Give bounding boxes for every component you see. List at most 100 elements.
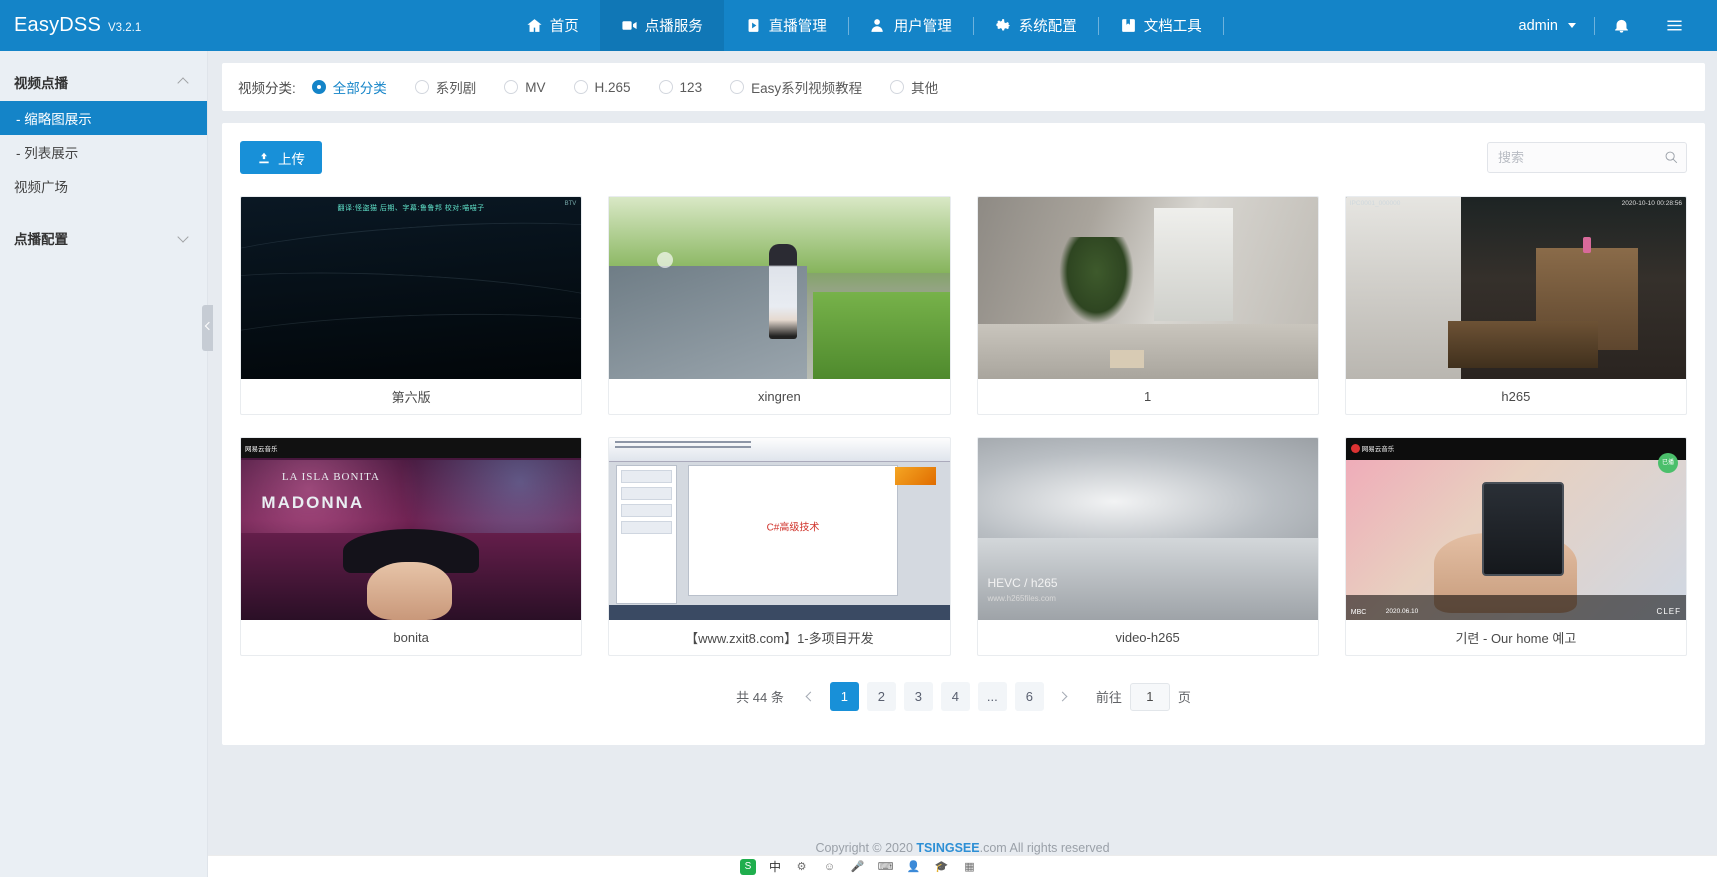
video-card[interactable]: 1 <box>976 196 1319 415</box>
bell-icon <box>1615 19 1628 33</box>
radio-easy-tutorials[interactable]: Easy系列视频教程 <box>730 77 862 97</box>
video-card[interactable]: IPC0001_000000 2020-10-10 00:28:56 h265 <box>1344 196 1687 415</box>
thumb-overlay-subtitle: 翻译:怪盗猫 后期、字幕:鲁鲁邦 校对:喵喵子 <box>337 205 485 212</box>
decorative-floor <box>977 324 1318 379</box>
thumb-overlay-header-bar: 网易云音乐 <box>241 438 582 459</box>
radio-h265[interactable]: H.265 <box>573 80 631 95</box>
nav-item-settings[interactable]: 系统配置 <box>974 0 1098 51</box>
upload-button[interactable]: 上传 <box>240 141 322 174</box>
search-icon[interactable] <box>1664 150 1678 164</box>
video-thumbnail[interactable] <box>609 197 950 379</box>
radio-label-easy: Easy系列视频教程 <box>751 81 863 96</box>
decorative-box <box>1110 349 1145 369</box>
mic-icon[interactable]: 🎤 <box>850 859 865 874</box>
thumb-overlay-footer: MBC 2020.06.10 CLEF <box>1345 594 1686 620</box>
video-title: xingren <box>758 389 801 404</box>
pagination-page-6[interactable]: 6 <box>1014 682 1044 711</box>
radio-all-categories[interactable]: 全部分类 <box>311 77 387 97</box>
radio-mv[interactable]: MV <box>504 79 546 95</box>
sidebar-group-vod-config[interactable]: 点播配置 <box>0 219 207 257</box>
pagination-ellipsis[interactable]: ... <box>977 682 1007 711</box>
nav-item-home[interactable]: 首页 <box>505 0 600 51</box>
decorative-slide: C#高级技术 <box>687 465 899 597</box>
decorative-device <box>1481 481 1564 577</box>
video-thumbnail[interactable]: HEVC / h265 www.h265files.com <box>977 438 1318 620</box>
category-filter-label: 视频分类: <box>238 81 296 96</box>
radio-label-mv: MV <box>525 79 546 95</box>
video-thumbnail[interactable]: IPC0001_000000 2020-10-10 00:28:56 <box>1345 197 1686 379</box>
user-menu[interactable]: admin <box>1501 0 1595 51</box>
brand-version: V3.2.1 <box>108 22 142 34</box>
nav-item-docs[interactable]: 文档工具 <box>1099 0 1223 51</box>
nav-label-live: 直播管理 <box>768 19 827 35</box>
sidebar-collapse-handle[interactable] <box>202 305 213 351</box>
apps-icon[interactable]: ▦ <box>962 859 977 874</box>
sidebar-group-vod[interactable]: 视频点播 <box>0 63 207 101</box>
pagination-page-3[interactable]: 3 <box>903 682 933 711</box>
chevron-up-icon <box>178 77 189 88</box>
radio-dot-icon <box>311 80 326 94</box>
pagination-jump-input[interactable] <box>1129 682 1170 711</box>
footer-copyright: Copyright © 2020 TSINGSEE.com All rights… <box>208 841 1717 855</box>
pagination-prev-button[interactable] <box>800 682 822 711</box>
nav-item-vod[interactable]: 点播服务 <box>599 0 724 51</box>
sogou-logo-icon[interactable]: S <box>739 858 756 875</box>
sidebar-item-thumbnail-view[interactable]: - 缩略图展示 <box>0 101 207 135</box>
nav-label-settings: 系统配置 <box>1018 19 1077 35</box>
pagination-page-2[interactable]: 2 <box>866 682 896 711</box>
music-app-icon <box>1350 444 1360 453</box>
radio-dot-icon <box>573 80 588 94</box>
ime-mode-toggle[interactable]: 中 <box>769 858 781 875</box>
decorative-logo <box>895 467 936 486</box>
category-filter-bar: 视频分类: 全部分类 系列剧 MV H.265 123 Easy系列视频教程 其… <box>222 63 1705 111</box>
nav-item-users[interactable]: 用户管理 <box>849 0 973 51</box>
thumb-overlay-header-bar: 网易云音乐 <box>1345 438 1686 460</box>
pagination-page-1[interactable]: 1 <box>829 682 859 711</box>
video-list-panel: 上传 翻译:怪盗猫 后期、字幕:鲁鲁邦 校对:喵喵子 BTV 第六版 <box>222 123 1705 745</box>
nav-label-users: 用户管理 <box>893 19 952 35</box>
brand-logo[interactable]: EasyDSS V3.2.1 <box>0 14 228 37</box>
radio-123[interactable]: 123 <box>658 80 702 95</box>
radio-other[interactable]: 其他 <box>890 77 938 97</box>
notifications-button[interactable] <box>1595 0 1648 51</box>
search-input[interactable] <box>1487 142 1687 173</box>
radio-series[interactable]: 系列剧 <box>414 77 476 97</box>
ime-toolbar: S 中 ⚙ ☺ 🎤 ⌨ 👤 🎓 ▦ <box>0 855 1717 877</box>
user-icon[interactable]: 👤 <box>906 859 921 874</box>
pagination-next-button[interactable] <box>1052 682 1074 711</box>
emoji-icon[interactable]: ☺ <box>822 859 837 874</box>
decorative-blur <box>656 251 673 268</box>
footer-text-before: Copyright © 2020 <box>815 841 917 855</box>
nav-right-cluster: admin <box>1501 0 1717 51</box>
decorative-slide-list <box>616 465 678 604</box>
video-grid: 翻译:怪盗猫 后期、字幕:鲁鲁邦 校对:喵喵子 BTV 第六版 xingren … <box>240 196 1687 656</box>
main-nav: 首页 点播服务 直播管理 用户管理 系统配置 文档工具 <box>228 0 1501 51</box>
video-card[interactable]: C#高级技术 【www.zxit8.com】1-多项目开发 <box>608 437 951 656</box>
nav-item-live[interactable]: 直播管理 <box>724 0 848 51</box>
video-thumbnail[interactable] <box>977 197 1318 379</box>
thumb-overlay-date: 2020.06.10 <box>1385 608 1419 615</box>
radio-label-all: 全部分类 <box>332 81 387 96</box>
video-thumbnail[interactable]: C#高级技术 <box>609 438 950 620</box>
sidebar-item-video-square[interactable]: 视频广场 <box>0 169 207 203</box>
video-thumbnail[interactable]: 网易云音乐 LA ISLA BONITA MADONNA <box>241 438 582 620</box>
radio-label-other: 其他 <box>911 81 939 96</box>
video-card[interactable]: HEVC / h265 www.h265files.com video-h265 <box>976 437 1319 656</box>
decorative-app-menu <box>609 438 950 462</box>
video-card[interactable]: 翻译:怪盗猫 后期、字幕:鲁鲁邦 校对:喵喵子 BTV 第六版 <box>240 196 583 415</box>
graduation-icon[interactable]: 🎓 <box>934 859 949 874</box>
video-card[interactable]: 网易云音乐 已播 MBC 2020.06.10 CLEF 기련 - Our ho… <box>1344 437 1687 656</box>
video-thumbnail[interactable]: 翻译:怪盗猫 后期、字幕:鲁鲁邦 校对:喵喵子 BTV <box>241 197 582 379</box>
decorative-cup <box>1582 237 1591 254</box>
keyboard-icon[interactable]: ⌨ <box>878 859 894 874</box>
video-title: 【www.zxit8.com】1-多项目开发 <box>685 631 874 646</box>
hamburger-menu-button[interactable] <box>1648 0 1701 51</box>
video-card[interactable]: xingren <box>608 196 951 415</box>
video-thumbnail[interactable]: 网易云音乐 已播 MBC 2020.06.10 CLEF <box>1345 438 1686 620</box>
decorative-table <box>1447 320 1598 369</box>
sidebar-item-list-view[interactable]: - 列表展示 <box>0 135 207 169</box>
video-card[interactable]: 网易云音乐 LA ISLA BONITA MADONNA bonita <box>240 437 583 656</box>
settings-icon[interactable]: ⚙ <box>794 859 809 874</box>
pagination-page-4[interactable]: 4 <box>940 682 970 711</box>
pagination: 共 44 条 1 2 3 4 ... 6 前往 页 <box>240 656 1687 729</box>
